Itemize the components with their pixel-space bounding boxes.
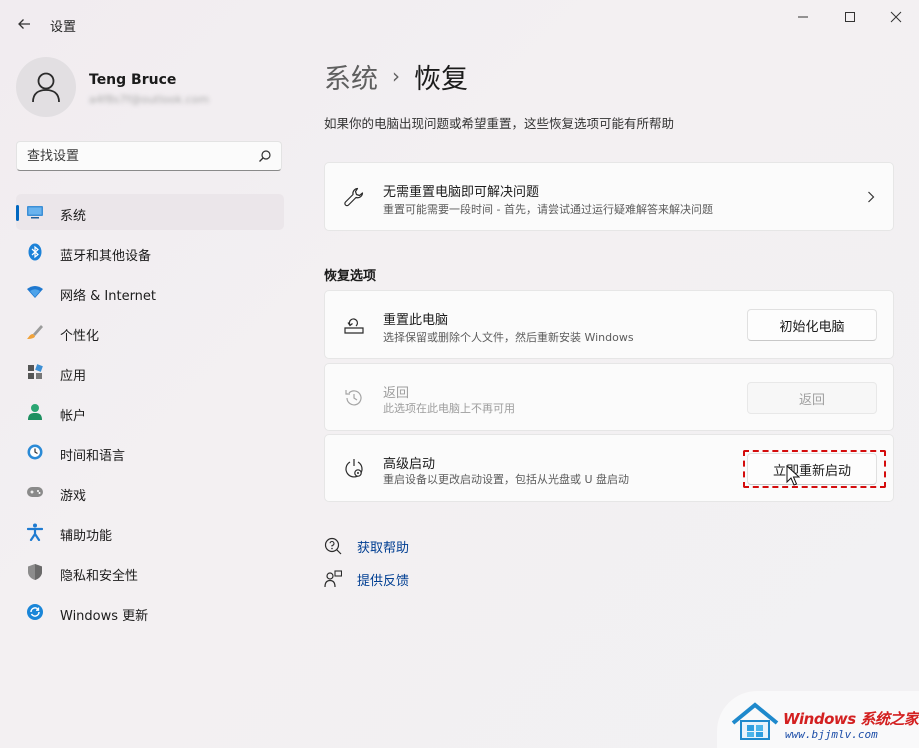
- card-subtitle: 选择保留或删除个人文件，然后重新安装 Windows: [383, 331, 634, 344]
- sidebar-nav: 系统 蓝牙和其他设备 网络 & Internet 个性化 应用 帐户 时间和语言…: [16, 194, 284, 634]
- sidebar-item-accounts[interactable]: 帐户: [16, 394, 284, 430]
- sidebar-item-label: 辅助功能: [60, 529, 113, 544]
- sidebar-item-windows-update[interactable]: Windows 更新: [16, 594, 284, 630]
- breadcrumb-separator: ›: [392, 64, 400, 88]
- get-help-link[interactable]: 获取帮助: [324, 535, 409, 557]
- maximize-button[interactable]: [827, 4, 873, 30]
- sidebar-item-privacy[interactable]: 隐私和安全性: [16, 554, 284, 590]
- house-logo-icon: [731, 702, 779, 740]
- profile-email: a4f8s7f@outlook.com: [89, 93, 210, 106]
- wrench-icon: [343, 186, 365, 208]
- feedback-link[interactable]: 提供反馈: [324, 568, 409, 590]
- sidebar-item-label: 隐私和安全性: [60, 569, 139, 584]
- card-subtitle: 此选项在此电脑上不再可用: [383, 402, 515, 415]
- apps-icon: [26, 363, 44, 381]
- sidebar-item-system[interactable]: 系统: [16, 194, 284, 230]
- sidebar-item-gaming[interactable]: 游戏: [16, 474, 284, 510]
- troubleshoot-card[interactable]: 无需重置电脑即可解决问题 重置可能需要一段时间 - 首先，请尝试通过运行疑难解答…: [324, 162, 894, 231]
- go-back-card: 返回 此选项在此电脑上不再可用 返回: [324, 363, 894, 431]
- sidebar-item-label: 系统: [60, 209, 87, 224]
- bluetooth-icon: [26, 243, 44, 261]
- minimize-button[interactable]: [780, 4, 826, 30]
- reset-pc-button[interactable]: 初始化电脑: [747, 309, 877, 341]
- sidebar-item-bluetooth[interactable]: 蓝牙和其他设备: [16, 234, 284, 270]
- sidebar-item-time-language[interactable]: 时间和语言: [16, 434, 284, 470]
- mouse-cursor-icon: [786, 465, 800, 486]
- time-language-icon: [26, 443, 44, 461]
- account-icon: [26, 403, 44, 421]
- card-title: 重置此电脑: [383, 313, 449, 328]
- page-description: 如果你的电脑出现问题或希望重置，这些恢复选项可能有所帮助: [324, 116, 675, 131]
- sidebar-item-label: 帐户: [60, 409, 87, 424]
- breadcrumb: 系统 › 恢复: [324, 56, 468, 96]
- sidebar-item-apps[interactable]: 应用: [16, 354, 284, 390]
- title-bar: 设置: [0, 0, 919, 48]
- wifi-icon: [26, 283, 44, 301]
- sidebar-item-label: 网络 & Internet: [60, 289, 157, 304]
- link-label: 获取帮助: [357, 540, 410, 556]
- minimize-icon: [798, 16, 808, 18]
- watermark-url: www.bjjmlv.com: [785, 728, 878, 741]
- card-title: 返回: [383, 386, 410, 401]
- back-button[interactable]: [12, 12, 36, 36]
- go-back-button[interactable]: 返回: [747, 382, 877, 414]
- search-box[interactable]: [16, 141, 282, 171]
- sidebar-item-network[interactable]: 网络 & Internet: [16, 274, 284, 310]
- reset-pc-icon: [343, 314, 365, 336]
- system-monitor-icon: [26, 203, 44, 221]
- sidebar-item-label: 游戏: [60, 489, 87, 504]
- search-icon[interactable]: [258, 149, 272, 163]
- sidebar-item-personalization[interactable]: 个性化: [16, 314, 284, 350]
- search-input[interactable]: [27, 147, 247, 165]
- sidebar-item-accessibility[interactable]: 辅助功能: [16, 514, 284, 550]
- accessibility-icon: [26, 523, 44, 541]
- watermark-title: Windows 系统之家: [783, 710, 919, 728]
- highlight-annotation: [743, 450, 886, 488]
- sidebar-item-label: 时间和语言: [60, 449, 126, 464]
- section-title: 恢复选项: [324, 269, 377, 284]
- brush-icon: [26, 323, 44, 341]
- back-arrow-icon: [18, 19, 30, 29]
- watermark: Windows 系统之家 www.bjjmlv.com: [717, 691, 919, 748]
- gamepad-icon: [26, 483, 44, 501]
- settings-window: 设置 Teng Bruce a4f8s7f@outlook.com 查找设置 系…: [0, 0, 919, 748]
- sidebar-item-label: Windows 更新: [60, 609, 149, 624]
- shield-icon: [26, 563, 44, 581]
- sidebar-item-label: 蓝牙和其他设备: [60, 249, 152, 264]
- card-title: 无需重置电脑即可解决问题: [383, 185, 540, 200]
- windows-update-icon: [26, 603, 44, 621]
- avatar[interactable]: [16, 57, 76, 117]
- close-icon: [890, 11, 902, 23]
- breadcrumb-parent[interactable]: 系统: [324, 57, 378, 96]
- help-icon: [324, 537, 342, 555]
- link-label: 提供反馈: [357, 573, 410, 589]
- advanced-startup-icon: [343, 458, 365, 480]
- feedback-icon: [324, 570, 342, 588]
- sidebar-item-label: 应用: [60, 369, 87, 384]
- user-icon: [32, 72, 60, 103]
- maximize-icon: [845, 12, 855, 22]
- app-title: 设置: [50, 20, 77, 35]
- page-title: 恢复: [414, 63, 468, 95]
- card-title: 高级启动: [383, 457, 436, 472]
- sidebar-item-label: 个性化: [60, 329, 100, 344]
- chevron-right-icon: [868, 191, 875, 203]
- card-subtitle: 重启设备以更改启动设置，包括从光盘或 U 盘启动: [383, 473, 630, 486]
- history-icon: [343, 387, 365, 409]
- selected-indicator: [16, 205, 19, 221]
- profile-name: Teng Bruce: [89, 72, 177, 88]
- reset-pc-card: 重置此电脑 选择保留或删除个人文件，然后重新安装 Windows 初始化电脑: [324, 290, 894, 359]
- close-button[interactable]: [873, 4, 919, 30]
- card-subtitle: 重置可能需要一段时间 - 首先，请尝试通过运行疑难解答来解决问题: [383, 203, 713, 216]
